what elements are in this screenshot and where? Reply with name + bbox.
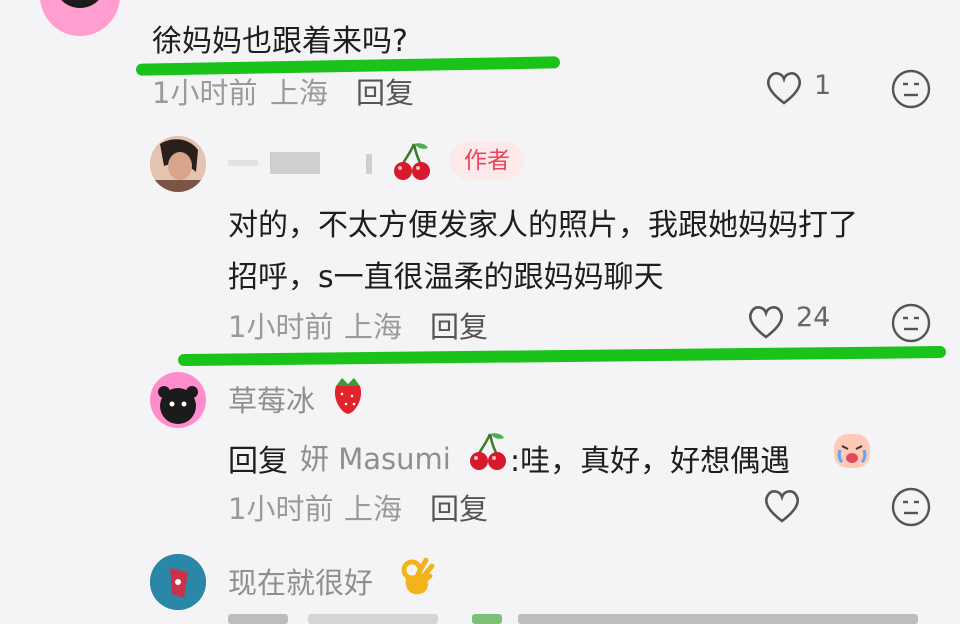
cut-off-text-line (228, 614, 928, 624)
last-username[interactable]: 现在就很好 (228, 560, 373, 602)
comment-text: 徐妈妈也跟着来吗? (152, 24, 408, 59)
dislike-face-icon[interactable] (890, 68, 932, 114)
author-username-blurred[interactable] (228, 150, 378, 176)
heart-icon[interactable] (764, 70, 804, 110)
author-reply-button[interactable]: 回复 (430, 304, 488, 346)
comment-time: 1小时前 (152, 76, 258, 110)
like-count: 1 (814, 70, 832, 101)
strawberry-reply-location: 上海 (344, 492, 403, 526)
avatar-top-commenter[interactable] (40, 0, 120, 36)
avatar-strawberry-user[interactable] (150, 372, 206, 428)
strawberry-reply-time: 1小时前 (228, 492, 334, 526)
strawberry-reply-button[interactable]: 回复 (430, 486, 488, 528)
author-reply-time: 1小时前 (228, 310, 334, 344)
cherry-icon (392, 140, 432, 186)
strawberry-icon (330, 374, 366, 420)
like-count: 24 (796, 302, 831, 333)
strawberry-username[interactable]: 草莓冰 (228, 378, 315, 420)
avatar-last-user[interactable] (150, 554, 206, 610)
author-reply-text-line1: 对的，不太方便发家人的照片，我跟她妈妈打了 (228, 208, 858, 243)
heart-icon[interactable] (762, 488, 802, 528)
cherry-icon (468, 430, 508, 476)
strawberry-reply-prefix: 回复 (228, 444, 288, 479)
strawberry-reply-body: :哇，真好，好想偶遇 (510, 444, 791, 479)
ok-hand-icon (396, 556, 436, 602)
dislike-face-icon[interactable] (890, 486, 932, 532)
avatar-author[interactable] (150, 136, 206, 192)
author-reply-location: 上海 (344, 310, 403, 344)
dislike-face-icon[interactable] (890, 302, 932, 348)
author-reply-text-line2: 招呼，s一直很温柔的跟妈妈聊天 (228, 260, 664, 295)
heart-icon[interactable] (746, 304, 786, 344)
comment-reply-button[interactable]: 回复 (356, 70, 414, 112)
comment-location: 上海 (270, 76, 329, 110)
green-underline-2 (177, 345, 947, 367)
crying-face-icon (832, 430, 872, 474)
author-badge: 作者 (450, 142, 524, 180)
strawberry-reply-target[interactable]: 妍 Masumi (300, 436, 451, 478)
